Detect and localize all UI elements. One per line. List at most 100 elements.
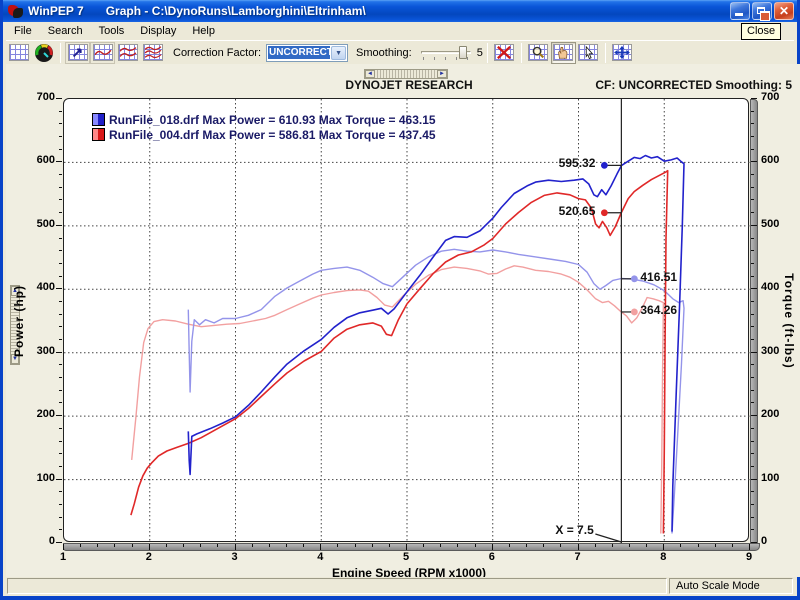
right-y-tick-label: 0 <box>761 535 793 547</box>
export-graph-button[interactable] <box>65 42 90 64</box>
graph-workspace: ◄ ► ▲ ▼ DYNOJET RESEARCH CF: UNCORRECTED… <box>6 64 800 577</box>
axis-tick <box>217 544 218 547</box>
axis-tick <box>59 428 62 429</box>
legend-row[interactable]: RunFile_018.drf Max Power = 610.93 Max T… <box>92 112 436 127</box>
axis-tick <box>252 544 253 547</box>
graph-grid-button[interactable] <box>6 42 31 64</box>
slider-thumb[interactable] <box>459 46 467 59</box>
scale-mode-panel: Auto Scale Mode <box>669 578 793 594</box>
x-tick-label: 3 <box>225 551 245 563</box>
graph-one-run-icon <box>93 44 113 61</box>
delete-run-button[interactable] <box>492 42 517 64</box>
axis-tick <box>751 364 754 365</box>
axis-tick <box>406 544 407 550</box>
left-y-tick-label: 0 <box>23 535 55 547</box>
gauge-button[interactable] <box>31 42 56 64</box>
plot-area[interactable] <box>63 98 749 542</box>
minimize-button[interactable] <box>730 2 750 20</box>
cursor-readout: 364.26 <box>640 303 677 317</box>
axis-tick <box>751 161 757 162</box>
axis-tick <box>749 544 750 550</box>
axis-tick <box>751 479 757 480</box>
select-graph-icon <box>578 44 598 61</box>
axis-tick <box>303 544 304 547</box>
smoothing-value: 5 <box>477 47 483 59</box>
chevron-down-icon[interactable]: ▼ <box>331 46 346 60</box>
grid-icon <box>9 44 29 61</box>
smoothing-label: Smoothing: <box>356 47 412 59</box>
legend-swatch-blue <box>92 113 105 126</box>
close-button[interactable]: ✕ <box>774 2 794 20</box>
axis-tick <box>663 544 664 550</box>
cursor-dot <box>601 209 608 216</box>
axis-tick <box>59 377 62 378</box>
smoothing-slider[interactable] <box>421 44 471 62</box>
axis-tick <box>751 288 757 289</box>
axis-tick <box>59 187 62 188</box>
axis-tick <box>751 352 757 353</box>
axis-tick <box>56 288 62 289</box>
two-run-graph-button[interactable] <box>115 42 140 64</box>
axis-tick <box>751 187 754 188</box>
graph-three-runs-icon <box>143 44 163 61</box>
axis-tick <box>59 149 62 150</box>
axis-tick <box>59 402 62 403</box>
left-y-tick-label: 100 <box>23 472 55 484</box>
axis-tick <box>337 544 338 547</box>
axis-tick <box>183 544 184 547</box>
scale-axes-button[interactable] <box>610 42 635 64</box>
axis-tick <box>751 542 757 543</box>
status-bar: Auto Scale Mode <box>6 577 794 596</box>
axis-tick <box>751 491 754 492</box>
axis-tick <box>56 225 62 226</box>
x-tick-label: 2 <box>139 551 159 563</box>
axis-tick <box>560 544 561 547</box>
menu-help[interactable]: Help <box>184 23 223 39</box>
cursor-dot <box>631 309 638 316</box>
maximize-button[interactable] <box>752 2 772 20</box>
axis-tick <box>698 544 699 547</box>
left-y-tick-label: 200 <box>23 408 55 420</box>
menu-tools[interactable]: Tools <box>91 23 133 39</box>
title-bar[interactable]: WinPEP 7 Graph - C:\DynoRuns\Lamborghini… <box>3 0 797 22</box>
axis-tick <box>355 544 356 547</box>
axis-tick <box>56 161 62 162</box>
axis-tick <box>56 98 62 99</box>
axis-tick <box>751 276 754 277</box>
axis-tick <box>166 544 167 547</box>
scroll-left-icon[interactable]: ◄ <box>365 70 375 78</box>
axis-tick <box>526 544 527 547</box>
scale-axes-icon <box>612 44 632 61</box>
one-run-graph-button[interactable] <box>90 42 115 64</box>
axis-tick <box>751 123 754 124</box>
menu-search[interactable]: Search <box>40 23 91 39</box>
right-y-tick-label: 700 <box>761 91 793 103</box>
legend-row[interactable]: RunFile_004.drf Max Power = 586.81 Max T… <box>92 127 436 142</box>
axis-tick <box>59 301 62 302</box>
menu-display[interactable]: Display <box>132 23 184 39</box>
scroll-right-icon[interactable]: ► <box>437 70 447 78</box>
gauge-icon <box>34 43 54 63</box>
left-y-tick-label: 500 <box>23 218 55 230</box>
menu-file[interactable]: File <box>6 23 40 39</box>
axis-tick <box>751 225 757 226</box>
toolbar-separator <box>521 43 522 63</box>
axis-tick <box>751 466 754 467</box>
three-run-graph-button[interactable] <box>140 42 165 64</box>
axis-tick <box>751 415 757 416</box>
axis-tick <box>629 544 630 547</box>
cursor-readout: 416.51 <box>640 270 677 284</box>
zoom-graph-button[interactable] <box>526 42 551 64</box>
correction-factor-dropdown[interactable]: UNCORRECTED ▼ <box>266 44 348 62</box>
axis-tick <box>235 544 236 550</box>
x-tick-label: 9 <box>739 551 759 563</box>
axis-tick <box>80 544 81 547</box>
select-graph-button[interactable] <box>576 42 601 64</box>
axis-tick <box>751 517 754 518</box>
axis-tick <box>612 544 613 547</box>
axis-tick <box>751 529 754 530</box>
axis-tick <box>59 453 62 454</box>
right-y-tick-label: 400 <box>761 281 793 293</box>
pan-graph-button[interactable] <box>551 42 576 64</box>
axis-tick <box>423 544 424 547</box>
